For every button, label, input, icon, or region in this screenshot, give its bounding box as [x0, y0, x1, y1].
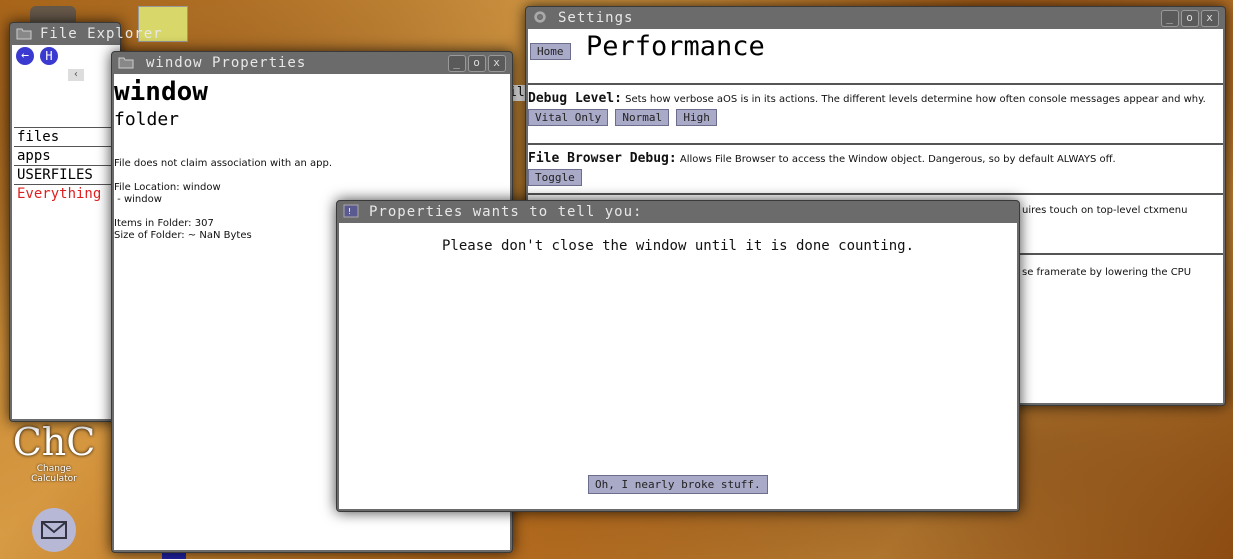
- settings-titlebar[interactable]: Settings _ o x: [526, 7, 1225, 29]
- back-button[interactable]: ←: [16, 47, 34, 65]
- home-nav-button[interactable]: Home: [530, 43, 571, 60]
- gear-icon: [534, 11, 546, 23]
- file-browser-debug-label: File Browser Debug:: [528, 151, 677, 166]
- debug-level-label: Debug Level:: [528, 91, 622, 106]
- file-explorer-content: ← H ‹ files apps USERFILES Everything: [12, 45, 120, 419]
- nav-item-everything[interactable]: Everything: [14, 184, 120, 203]
- close-button[interactable]: x: [488, 55, 506, 72]
- properties-title: window Properties: [146, 55, 307, 71]
- file-location: File Location: window: [114, 182, 221, 193]
- nav-item-apps[interactable]: apps: [14, 146, 120, 165]
- debug-high-button[interactable]: High: [676, 109, 717, 126]
- debug-level-section: Debug Level: Sets how verbose aOS is in …: [528, 83, 1223, 132]
- file-browser-debug-toggle[interactable]: Toggle: [528, 169, 582, 186]
- file-explorer-title: File Explorer: [40, 26, 163, 42]
- nav-list: files apps USERFILES Everything: [14, 127, 120, 203]
- minimize-button[interactable]: _: [1161, 10, 1179, 27]
- mail-icon[interactable]: [32, 508, 76, 552]
- dialog-title: Properties wants to tell you:: [369, 204, 643, 220]
- folder-icon: [16, 28, 32, 40]
- svg-text:!: !: [347, 207, 353, 216]
- dialog-confirm-button[interactable]: Oh, I nearly broke stuff.: [588, 475, 768, 494]
- association-text: File does not claim association with an …: [114, 158, 333, 169]
- debug-normal-button[interactable]: Normal: [615, 109, 670, 126]
- app-label-line1: Change: [36, 464, 72, 474]
- section-divider: [528, 193, 1223, 195]
- file-browser-debug-desc: Allows File Browser to access the Window…: [679, 154, 1116, 165]
- file-browser-debug-section: File Browser Debug: Allows File Browser …: [528, 143, 1223, 192]
- file-explorer-window[interactable]: File Explorer ← H ‹ files apps USERFILES…: [9, 22, 162, 422]
- debug-vital-only-button[interactable]: Vital Only: [528, 109, 609, 126]
- app-label-line2: Calculator: [31, 474, 77, 484]
- partial-setting-text-2: se framerate by lowering the CPU: [1022, 267, 1192, 278]
- file-type: folder: [114, 109, 180, 130]
- file-explorer-titlebar[interactable]: File Explorer: [10, 23, 162, 45]
- alert-dialog[interactable]: ! Properties wants to tell you: Please d…: [336, 200, 1020, 512]
- desktop-app-change-calculator[interactable]: ChC Change Calculator: [8, 420, 100, 484]
- partial-setting-text-1: uires touch on top-level ctxmenu: [1022, 205, 1188, 216]
- maximize-button[interactable]: o: [468, 55, 486, 72]
- nav-item-files[interactable]: files: [14, 127, 120, 146]
- maximize-button[interactable]: o: [1181, 10, 1199, 27]
- alert-app-icon: !: [343, 204, 359, 218]
- minimize-button[interactable]: _: [448, 55, 466, 72]
- app-abbrev: ChC: [12, 420, 96, 464]
- file-name: window: [114, 77, 208, 107]
- nav-item-userfiles[interactable]: USERFILES: [14, 165, 120, 184]
- scroll-left-button[interactable]: ‹: [68, 69, 84, 81]
- dialog-message: Please don't close the window until it i…: [441, 238, 914, 254]
- settings-title: Settings: [558, 10, 634, 26]
- folder-icon: [118, 57, 134, 69]
- dialog-titlebar[interactable]: ! Properties wants to tell you:: [337, 201, 1019, 223]
- close-button[interactable]: x: [1201, 10, 1219, 27]
- dialog-content: Please don't close the window until it i…: [339, 223, 1017, 509]
- home-button[interactable]: H: [40, 47, 58, 65]
- page-title: Performance: [586, 31, 765, 62]
- properties-titlebar[interactable]: window Properties _ o x: [112, 52, 512, 74]
- debug-level-desc: Sets how verbose aOS is in its actions. …: [625, 94, 1206, 105]
